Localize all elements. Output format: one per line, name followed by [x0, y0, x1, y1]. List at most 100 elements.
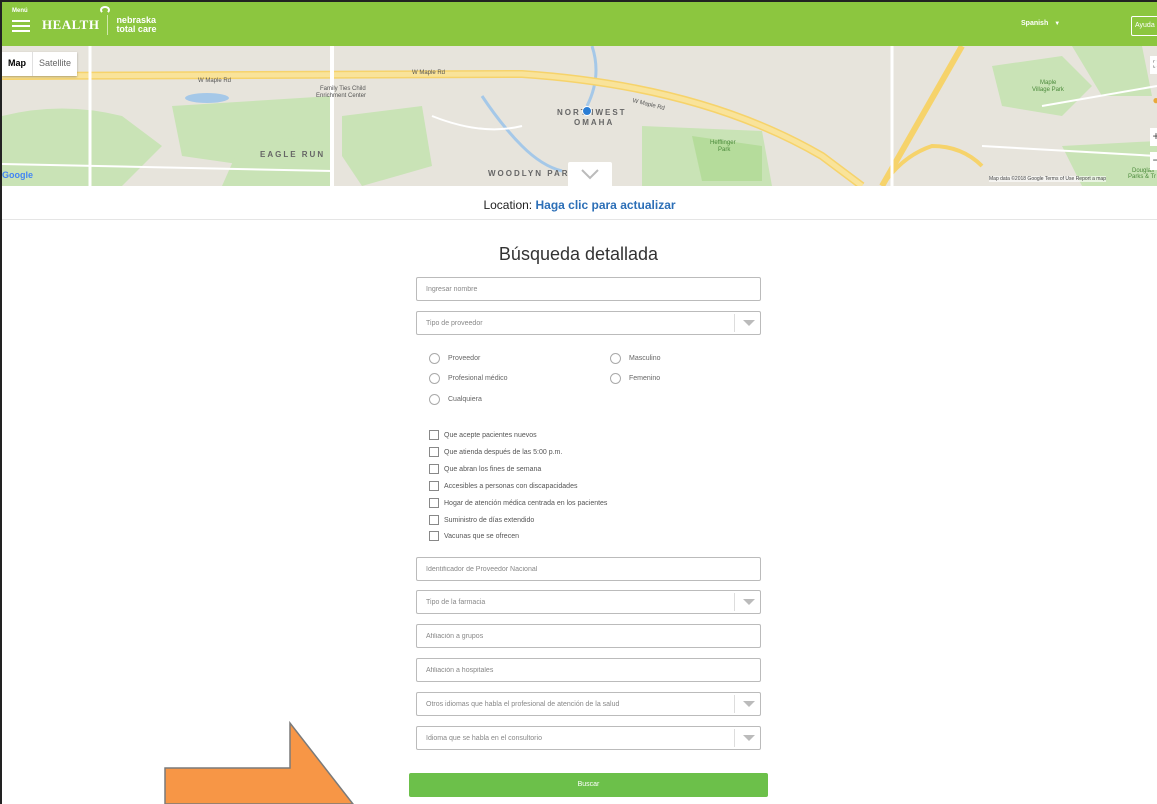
provider-type-value: Tipo de proveedor [426, 320, 483, 327]
radio-label: Femenino [629, 375, 661, 382]
logo-health-text: HEALTH [42, 17, 100, 32]
checkbox-icon [429, 515, 439, 525]
chevron-down-icon [734, 314, 760, 332]
checkbox-vaccines[interactable]: Vacunas que se ofrecen [429, 531, 519, 541]
name-input[interactable] [426, 278, 760, 301]
checkbox-label: Que acepte pacientes nuevos [444, 431, 537, 439]
checkbox-icon [429, 430, 439, 440]
logo-ntc: nebraska total care [116, 16, 156, 34]
fullscreen-icon[interactable]: ⛶ [1150, 56, 1157, 74]
chevron-down-icon: ▼ [1054, 21, 1061, 27]
checkbox-label: Que abran los fines de semana [444, 465, 542, 473]
menu-button[interactable]: Menú [12, 8, 34, 40]
radio-circle-icon [429, 373, 440, 384]
menu-label: Menú [12, 8, 28, 14]
other-languages-select[interactable]: Otros idiomas que habla el profesional d… [416, 692, 761, 716]
chevron-down-icon [581, 169, 599, 180]
map-type-toggle: Map Satellite [2, 52, 78, 76]
name-field[interactable] [416, 277, 761, 301]
checkbox-accessible[interactable]: Accesibles a personas con discapacidades [429, 481, 577, 491]
map-collapse-tab[interactable] [568, 162, 612, 186]
office-language-select[interactable]: Idioma que se habla en el consultorio [416, 726, 761, 750]
group-affiliation-input[interactable] [426, 625, 760, 648]
chevron-down-icon [734, 729, 760, 747]
checkbox-label: Suministro de días extendido [444, 516, 535, 524]
chevron-down-icon [734, 695, 760, 713]
radio-label: Masculino [629, 355, 661, 362]
help-button[interactable]: Ayuda [1131, 16, 1157, 36]
logo-divider [107, 15, 109, 35]
radio-circle-icon [429, 394, 440, 405]
checkbox-extended-supply[interactable]: Suministro de días extendido [429, 515, 534, 525]
annotation-arrow-icon [164, 720, 354, 804]
radio-any[interactable]: Cualquiera [429, 394, 482, 405]
checkbox-label: Vacunas que se ofrecen [444, 532, 519, 540]
checkbox-label: Accesibles a personas con discapacidades [444, 482, 578, 490]
checkbox-medical-home[interactable]: Hogar de atención médica centrada en los… [429, 498, 607, 508]
brand-logo[interactable]: HEALTH nebraska total care [42, 6, 156, 38]
pegman-icon[interactable]: ● [1150, 92, 1157, 110]
radio-circle-icon [429, 353, 440, 364]
npi-input[interactable] [426, 558, 760, 581]
checkbox-weekends[interactable]: Que abran los fines de semana [429, 464, 541, 474]
location-label: Location: [483, 198, 533, 212]
checkbox-icon [429, 447, 439, 457]
radio-circle-icon [610, 373, 621, 384]
google-logo: Google [2, 170, 33, 180]
other-languages-value: Otros idiomas que habla el profesional d… [426, 701, 620, 708]
map-park-label: Maple [1040, 80, 1057, 86]
map-street-label: W Maple Rd [412, 70, 446, 76]
radio-male[interactable]: Masculino [610, 353, 661, 364]
radio-label: Cualquiera [448, 396, 482, 403]
checkbox-icon [429, 531, 439, 541]
radio-label: Proveedor [448, 355, 481, 362]
group-affiliation-field[interactable] [416, 624, 761, 648]
checkbox-icon [429, 498, 439, 508]
location-pin-icon [582, 106, 592, 116]
checkbox-icon [429, 464, 439, 474]
provider-type-select[interactable]: Tipo de proveedor [416, 311, 761, 335]
map-poi-label: Enrichment Center [316, 93, 367, 99]
radio-female[interactable]: Femenino [610, 373, 660, 384]
map-park-label: Parks & Tr [1128, 174, 1157, 180]
map-poi-label: Family Ties Child [320, 86, 366, 92]
map-street-label: W Maple Rd [198, 78, 232, 84]
map-area-label: OMAHA [574, 118, 615, 127]
checkbox-after-5pm[interactable]: Que atienda después de las 5:00 p.m. [429, 447, 562, 457]
hospital-affiliation-field[interactable] [416, 658, 761, 682]
radio-provider[interactable]: Proveedor [429, 353, 480, 364]
hamburger-icon [12, 20, 30, 22]
radio-professional[interactable]: Profesional médico [429, 373, 508, 384]
chevron-down-icon [734, 593, 760, 611]
checkbox-label: Hogar de atención médica centrada en los… [444, 499, 608, 507]
update-location-link[interactable]: Haga clic para actualizar [535, 198, 675, 212]
office-language-value: Idioma que se habla en el consultorio [426, 735, 542, 742]
npi-field[interactable] [416, 557, 761, 581]
language-label: Spanish [1021, 20, 1049, 27]
map-type-map[interactable]: Map [2, 52, 32, 76]
page-title: Búsqueda detallada [498, 244, 659, 264]
zoom-in-button[interactable]: + [1150, 128, 1157, 146]
logo-ntc-line2: total care [116, 24, 157, 34]
map-attribution[interactable]: Map data ©2018 Google Terms of Use Repor… [989, 176, 1106, 182]
language-selector[interactable]: Spanish ▼ [1021, 20, 1060, 27]
zoom-out-button[interactable]: − [1150, 152, 1157, 170]
map-park-label: Park [718, 147, 731, 153]
logo-swirl-icon [100, 6, 110, 14]
map-area-label: EAGLE RUN [260, 150, 326, 159]
map-type-satellite[interactable]: Satellite [32, 52, 77, 76]
pharmacy-type-select[interactable]: Tipo de la farmacia [416, 590, 761, 614]
map-area[interactable]: Map Satellite W Maple Rd W Maple Rd W Ma… [2, 46, 1157, 186]
map-area-label: WOODLYN PAR [488, 169, 570, 178]
checkbox-label: Que atienda después de las 5:00 p.m. [444, 448, 563, 456]
checkbox-icon [429, 481, 439, 491]
location-bar: Location: Haga clic para actualizar [2, 186, 1157, 220]
checkbox-new-patients[interactable]: Que acepte pacientes nuevos [429, 430, 537, 440]
top-header: Menú HEALTH nebraska total care Spanish ▼… [2, 2, 1157, 46]
map-park-label: Hefflinger [710, 140, 736, 146]
radio-label: Profesional médico [448, 375, 508, 382]
pharmacy-type-value: Tipo de la farmacia [426, 599, 486, 606]
radio-circle-icon [610, 353, 621, 364]
hospital-affiliation-input[interactable] [426, 659, 760, 682]
search-button[interactable]: Buscar [409, 773, 768, 797]
